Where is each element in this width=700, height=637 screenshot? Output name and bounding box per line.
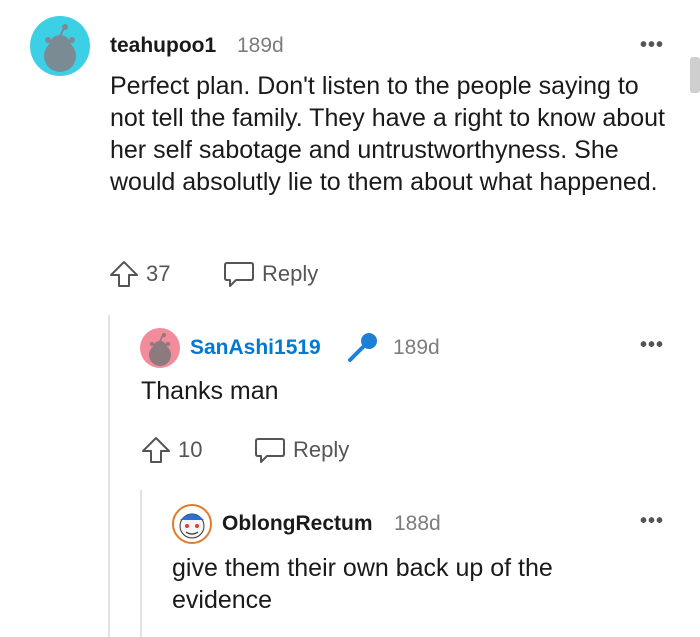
avatar[interactable] — [30, 16, 90, 76]
upvote-button[interactable]: 37 — [108, 259, 170, 289]
microphone-icon — [344, 330, 380, 371]
reply-label: Reply — [293, 437, 350, 462]
upvote-button[interactable]: 10 — [140, 435, 202, 465]
vote-count: 10 — [178, 437, 203, 462]
scrollbar-thumb[interactable] — [690, 57, 700, 93]
thread-line-level-1 — [108, 315, 110, 637]
comment-body: give them their own back up of the evide… — [172, 554, 553, 614]
comment-username[interactable]: teahupoo1 — [110, 34, 216, 58]
reddit-avatar-icon — [179, 513, 205, 539]
more-options-button[interactable]: ••• — [640, 334, 664, 357]
avatar[interactable] — [140, 328, 180, 368]
comment-age: 189d — [393, 336, 440, 359]
comment-username[interactable]: OblongRectum — [222, 512, 373, 536]
more-options-button[interactable]: ••• — [640, 34, 664, 57]
reply-bubble-icon — [255, 438, 285, 463]
reddit-snoo-icon — [44, 24, 76, 72]
comment-body: Perfect plan. Don't listen to the people… — [110, 72, 665, 196]
comment-username[interactable]: SanAshi1519 — [190, 336, 321, 360]
comment-age: 189d — [237, 34, 284, 57]
upvote-arrow-icon — [110, 261, 138, 287]
vote-count: 37 — [146, 261, 171, 286]
more-options-button[interactable]: ••• — [640, 510, 664, 533]
avatar[interactable] — [172, 504, 212, 544]
thread-line-level-2 — [140, 490, 142, 637]
comment-body: Thanks man — [141, 377, 279, 405]
comment-age: 188d — [394, 512, 441, 535]
reply-label: Reply — [262, 261, 319, 286]
reply-button[interactable]: Reply — [222, 259, 318, 289]
upvote-arrow-icon — [142, 437, 170, 463]
reply-button[interactable]: Reply — [253, 435, 349, 465]
reply-bubble-icon — [224, 262, 254, 287]
reddit-snoo-icon — [149, 333, 171, 366]
